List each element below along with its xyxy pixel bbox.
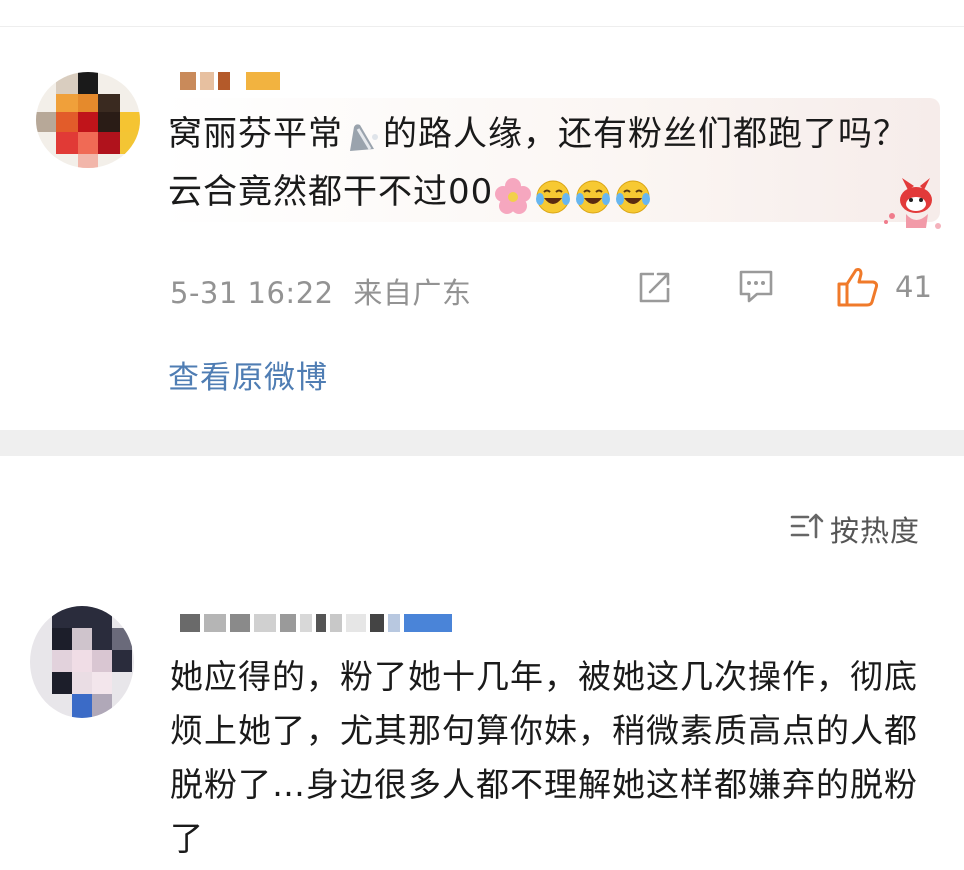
sort-button[interactable]: 按热度 — [790, 508, 920, 550]
share-icon[interactable] — [636, 270, 672, 310]
fox-sticker-icon — [880, 176, 950, 236]
comment-text: 窝丽芬平常 的路人缘，还有粉丝们都跑了吗？云合竟然都干不过00 — [168, 114, 908, 214]
sort-label: 按热度 — [830, 514, 921, 548]
like-count: 41 — [895, 270, 932, 304]
laughing-crying-emoji — [574, 175, 612, 213]
comment-meta: 5-31 16:22 来自广东 — [170, 270, 471, 312]
view-original-link[interactable]: 查看原微博 — [168, 352, 328, 397]
username-blurred[interactable] — [180, 614, 452, 632]
sort-icon — [790, 511, 824, 548]
laughing-crying-emoji — [534, 175, 572, 213]
section-divider — [0, 430, 964, 456]
comment-text: 她应得的，粉了她十几年，被她这几次操作，彻底烦上她了，尤其那句算你妹，稍微素质高… — [170, 657, 918, 858]
location: 来自广东 — [353, 276, 472, 310]
timestamp: 5-31 16:22 — [170, 276, 334, 310]
comment-icon[interactable] — [737, 268, 775, 310]
like-icon[interactable] — [836, 266, 880, 312]
ghost-emoji — [344, 117, 382, 155]
username-blurred[interactable] — [180, 72, 280, 90]
top-strip — [0, 0, 964, 27]
avatar[interactable] — [36, 72, 140, 168]
laughing-crying-emoji — [614, 175, 652, 213]
flower-emoji — [494, 175, 532, 214]
avatar[interactable] — [30, 606, 134, 718]
